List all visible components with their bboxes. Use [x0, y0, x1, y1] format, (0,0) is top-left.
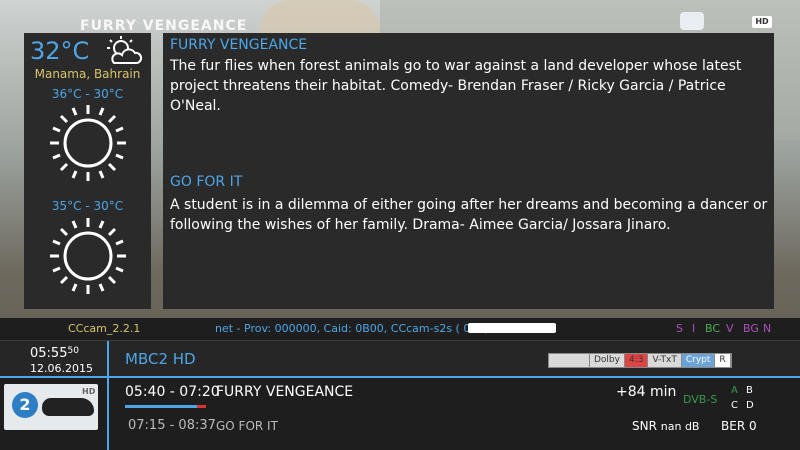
tuner-b: B: [746, 385, 753, 396]
caid-flag-v: V: [726, 322, 734, 335]
next-time: 07:15 - 08:37: [128, 418, 216, 433]
logo-hd-label: HD: [82, 387, 96, 396]
now-next-bar: 2 HD 05:40 - 07:20 FURRY VENGEANCE 07:15…: [0, 378, 800, 450]
forecast-day2-range: 35°C - 30°C: [51, 199, 124, 213]
forecast-day1-range: 36°C - 30°C: [51, 87, 124, 101]
badge-recording: R: [715, 354, 731, 367]
badge-dolby: Dolby: [590, 354, 625, 367]
badge-crypt: Crypt: [681, 354, 716, 367]
divider: [107, 341, 109, 376]
ber-value: 0: [748, 419, 757, 433]
partly-cloudy-icon: [107, 36, 143, 64]
channel-bar: 05:5550 12.06.2015 MBC2 HD Dolby 4:3 V-T…: [0, 340, 800, 376]
now-title: FURRY VENGEANCE: [216, 384, 354, 400]
redacted-server: [468, 323, 556, 333]
snr-value: nan dB: [660, 420, 700, 433]
caid-flag-i: I: [692, 322, 696, 335]
next-title: GO FOR IT: [216, 419, 278, 433]
current-temperature: 32°C: [30, 37, 90, 65]
channel-name: MBC2 HD: [125, 350, 196, 368]
softcam-name: CCcam_2.2.1: [68, 322, 141, 335]
now-time: 05:40 - 07:20: [125, 384, 220, 400]
remaining-time: +84 min: [616, 384, 677, 400]
sun-icon: [50, 218, 126, 294]
progress-remaining: [197, 405, 206, 408]
current-program-description: The fur flies when forest animals go to …: [170, 58, 742, 114]
divider: [107, 378, 109, 450]
stream-badges: Dolby 4:3 V-TxT Crypt R: [548, 353, 732, 368]
ecm-info-bar: CCcam_2.2.1 net - Prov: 000000, Caid: 0B…: [0, 318, 800, 340]
weather-panel: 32°C Manama, Bahrain 36°C - 30°C 35°C - …: [24, 33, 151, 309]
channel-number: 2: [12, 392, 38, 418]
epg-info-panel: FURRY VENGEANCE The fur flies when fores…: [163, 33, 774, 309]
hd-badge: HD: [752, 16, 772, 28]
weather-location: Manama, Bahrain: [34, 67, 141, 81]
caid-flag-bg: BG: [743, 322, 759, 335]
next-program-description: A student is in a dilemma of either goin…: [170, 197, 768, 233]
snr-label: SNR: [632, 419, 657, 433]
clock-seconds: 50: [67, 346, 79, 356]
sun-icon: [50, 105, 126, 181]
caid-flag-s: S: [676, 322, 683, 335]
clock: 05:5550: [30, 346, 79, 361]
snr-readout: SNR nan dB: [632, 419, 699, 433]
current-program-title: FURRY VENGEANCE: [170, 37, 308, 53]
caid-flag-n: N: [763, 322, 772, 335]
badge-teletext: V-TxT: [648, 354, 682, 367]
tuner-d: D: [746, 400, 754, 411]
channel-logo: 2 HD: [4, 384, 98, 430]
program-progress-bar: [125, 405, 206, 408]
ber-label: BER: [721, 419, 746, 433]
badge-blank: [549, 354, 590, 367]
ber-readout: BER 0: [721, 419, 757, 433]
panther-icon: [42, 398, 94, 416]
tuner-a: A: [731, 385, 738, 396]
broadcaster-logo: [680, 12, 704, 30]
tuner-type: DVB-S: [683, 393, 718, 406]
background-title-overlay: FURRY VENGEANCE: [80, 18, 248, 34]
tuner-c: C: [731, 400, 738, 411]
caid-flag-bc: BC: [705, 322, 721, 335]
badge-aspect: 4:3: [624, 354, 649, 367]
next-program-title: GO FOR IT: [170, 174, 243, 190]
date: 12.06.2015: [30, 362, 93, 375]
